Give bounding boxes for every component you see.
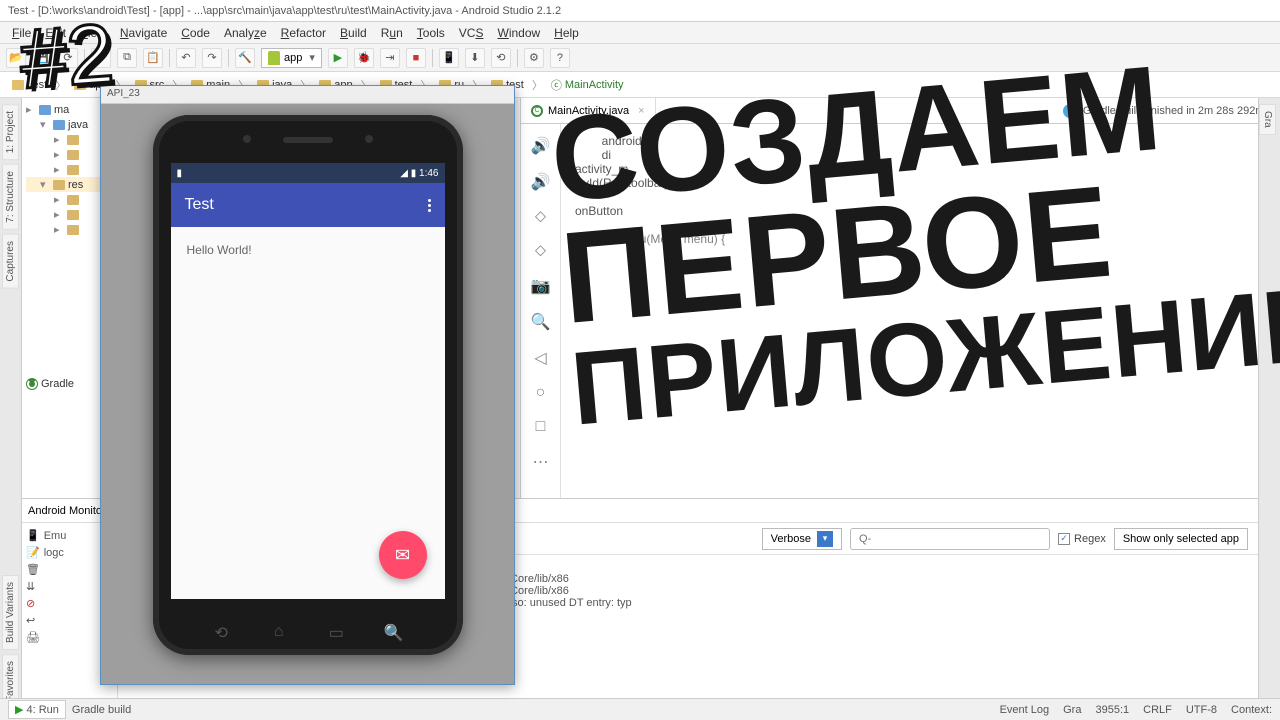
close-icon[interactable]: ×	[638, 105, 644, 117]
menu-tools[interactable]: Tools	[411, 24, 451, 42]
menu-window[interactable]: Window	[491, 24, 546, 42]
overflow-menu-icon[interactable]	[428, 199, 431, 212]
paste-icon[interactable]: 📋	[143, 48, 163, 68]
clock: 1:46	[419, 168, 438, 179]
redo-icon[interactable]: ↷	[202, 48, 222, 68]
recents-button[interactable]: ▭	[323, 623, 349, 641]
speaker-icon[interactable]: 🔊	[531, 136, 551, 156]
menu-run[interactable]: Run	[375, 24, 409, 42]
tab-captures[interactable]: Captures	[2, 234, 19, 289]
menu-help[interactable]: Help	[548, 24, 585, 42]
caret-position: 3955:1	[1095, 704, 1129, 716]
editor-tabs: CMainActivity.java× iGradle build finish…	[521, 98, 1280, 124]
fab-button[interactable]: ✉	[379, 531, 427, 579]
search-button[interactable]: 🔍	[381, 623, 407, 641]
monitor-title: Android Monitor	[28, 505, 106, 517]
help-icon[interactable]: ?	[550, 48, 570, 68]
emulator-window[interactable]: API_23 ▮ ◢ ▮ 1:46 Test Hello World! ✉ ⟲ …	[100, 85, 515, 685]
camera-icon[interactable]: 📷	[531, 276, 551, 296]
menu-vcs[interactable]: VCS	[453, 24, 490, 42]
home-button[interactable]: ⌂	[266, 623, 292, 641]
app-toolbar: Test	[171, 183, 445, 227]
right-tool-gutter: Gra	[1258, 98, 1280, 720]
run-config-combo[interactable]: app	[261, 48, 322, 68]
circle-icon[interactable]: ○	[536, 384, 546, 402]
menu-build[interactable]: Build	[334, 24, 373, 42]
encoding[interactable]: UTF-8	[1186, 704, 1217, 716]
emulator-titlebar[interactable]: API_23	[101, 86, 514, 104]
status-text: Gradle build	[72, 704, 131, 716]
sync-icon[interactable]: ⟲	[491, 48, 511, 68]
editor-tab-mainactivity[interactable]: CMainActivity.java×	[521, 98, 656, 123]
menu-navigate[interactable]: Navigate	[114, 24, 173, 42]
refresh-icon[interactable]: ⟳	[58, 48, 78, 68]
event-log-button[interactable]: Event Log	[1000, 704, 1050, 716]
tab-gradle[interactable]: Gra	[1259, 104, 1276, 135]
settings-icon[interactable]: ⚙	[524, 48, 544, 68]
speaker-icon[interactable]: 🔊	[531, 172, 551, 192]
context-label: Context:	[1231, 704, 1272, 716]
status-bar: ▶4: Run Gradle build Event Log Gra 3955:…	[0, 698, 1280, 720]
menu-edit[interactable]: Edit	[39, 24, 72, 42]
line-ending[interactable]: CRLF	[1143, 704, 1172, 716]
sdk-icon[interactable]: ⬇	[465, 48, 485, 68]
undo-icon[interactable]: ↶	[176, 48, 196, 68]
window-titlebar: Test - [D:\works\android\Test] - [app] -…	[0, 0, 1280, 22]
android-icon	[268, 51, 280, 65]
menu-analyze[interactable]: Analyze	[218, 24, 273, 42]
avd-icon[interactable]: 📱	[439, 48, 459, 68]
hammer-icon[interactable]: 🔨	[235, 48, 255, 68]
info-icon: i	[1063, 104, 1077, 118]
copy-icon[interactable]: ⧉	[117, 48, 137, 68]
more-icon[interactable]: ⋯	[533, 452, 549, 472]
attach-icon[interactable]: ⇥	[380, 48, 400, 68]
tab-build-variants[interactable]: Build Variants	[2, 575, 19, 650]
log-level-dropdown[interactable]: Verbose▾	[762, 528, 842, 550]
gradle-icon	[26, 378, 38, 390]
back-icon[interactable]: ◁	[534, 348, 546, 368]
run-icon[interactable]: ▶	[328, 48, 348, 68]
bc-root[interactable]: Test	[8, 77, 51, 93]
tag-icon[interactable]: ⬦	[535, 242, 546, 260]
menu-view[interactable]: View	[74, 24, 112, 42]
phone-screen[interactable]: ▮ ◢ ▮ 1:46 Test Hello World! ✉	[171, 163, 445, 599]
menu-code[interactable]: Code	[175, 24, 216, 42]
filter-dropdown[interactable]: Show only selected app	[1114, 528, 1248, 550]
debug-icon[interactable]: 🐞	[354, 48, 374, 68]
app-title: Test	[185, 196, 214, 214]
battery-icon: ▮	[177, 168, 183, 179]
menubar: File Edit View Navigate Code Analyze Ref…	[0, 22, 1280, 44]
stop-icon[interactable]: ■	[406, 48, 426, 68]
save-icon[interactable]: 💾	[32, 48, 52, 68]
signal-icon: ◢ ▮	[400, 168, 416, 179]
bc-file[interactable]: ⓒ MainActivity	[547, 75, 628, 95]
tab-project[interactable]: 1: Project	[2, 104, 19, 160]
tag-icon[interactable]: ⬦	[535, 208, 546, 226]
android-statusbar: ▮ ◢ ▮ 1:46	[171, 163, 445, 183]
tab-structure[interactable]: 7: Structure	[2, 164, 19, 230]
back-button[interactable]: ⟲	[208, 623, 234, 641]
menu-file[interactable]: File	[6, 24, 37, 42]
mail-icon: ✉	[395, 545, 410, 566]
app-content: Hello World!	[171, 227, 445, 273]
open-icon[interactable]: 📂	[6, 48, 26, 68]
cut-icon[interactable]: ✂	[91, 48, 111, 68]
menu-refactor[interactable]: Refactor	[275, 24, 332, 42]
main-toolbar: 📂 💾 ⟳ ✂ ⧉ 📋 ↶ ↷ 🔨 app ▶ 🐞 ⇥ ■ 📱 ⬇ ⟲ ⚙ ?	[0, 44, 1280, 72]
phone-frame: ▮ ◢ ▮ 1:46 Test Hello World! ✉ ⟲ ⌂ ▭ 🔍	[153, 115, 463, 655]
run-tool-button[interactable]: ▶4: Run	[8, 700, 66, 719]
square-icon[interactable]: □	[536, 418, 546, 436]
left-tool-gutter: 1: Project 7: Structure Captures Build V…	[0, 98, 22, 720]
zoom-icon[interactable]: 🔍	[531, 312, 551, 332]
log-search-input[interactable]	[850, 528, 1050, 550]
gradle-notification: iGradle build finished in 2m 28s 292ms	[1053, 98, 1280, 123]
gradle-console-button[interactable]: Gra	[1063, 704, 1081, 716]
regex-checkbox[interactable]: ✓Regex	[1058, 533, 1106, 545]
class-icon: C	[531, 105, 543, 117]
